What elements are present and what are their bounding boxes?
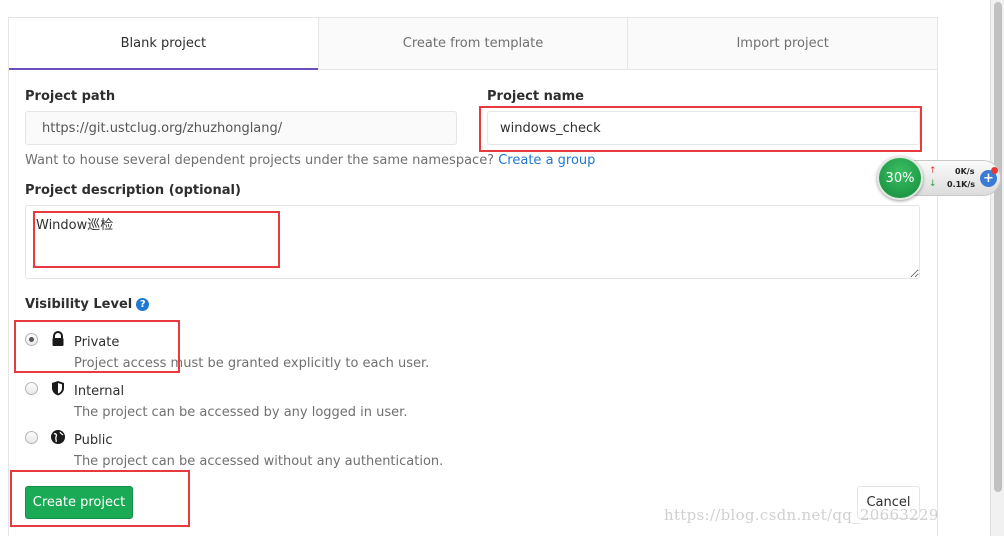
project-path-field[interactable]: https://git.ustclug.org/zhuzhonglang/	[25, 111, 457, 145]
annotation-box-description	[33, 211, 280, 268]
create-group-link[interactable]: Create a group	[498, 153, 595, 168]
upload-speed: 0K/s	[955, 167, 975, 176]
arrow-down-icon: ↓	[929, 179, 937, 189]
scrollbar-thumb[interactable]	[994, 2, 1002, 492]
project-path-label: Project path	[25, 89, 116, 104]
description-label: Project description (optional)	[25, 183, 241, 198]
download-speed: 0.1K/s	[947, 180, 976, 189]
globe-icon	[51, 430, 65, 444]
tab-create-from-template[interactable]: Create from template	[317, 18, 628, 70]
arrow-up-icon: ↑	[929, 166, 937, 176]
speed-percent-circle[interactable]: 30%	[877, 156, 923, 200]
visibility-internal-title[interactable]: Internal	[74, 384, 124, 399]
shield-icon	[52, 381, 64, 396]
visibility-heading: Visibility Level?	[25, 297, 150, 312]
radio-public[interactable]	[25, 431, 38, 444]
page-scrollbar[interactable]	[990, 0, 1004, 536]
tab-blank-project[interactable]: Blank project	[9, 18, 318, 70]
visibility-public-title[interactable]: Public	[74, 433, 112, 448]
radio-internal[interactable]	[25, 382, 38, 395]
annotation-box-project-name	[479, 106, 922, 152]
project-tabs: Blank project Create from template Impor…	[9, 18, 938, 70]
network-speed-widget[interactable]: 30% ↑ ↓ 0K/s 0.1K/s +	[877, 156, 1003, 200]
namespace-hint: Want to house several dependent projects…	[25, 153, 595, 168]
annotation-box-private	[14, 320, 180, 373]
project-name-label: Project name	[487, 89, 584, 104]
visibility-label: Visibility Level	[25, 297, 133, 312]
namespace-hint-text: Want to house several dependent projects…	[25, 153, 495, 168]
watermark: https://blog.csdn.net/qq_20663229	[664, 506, 939, 524]
visibility-internal-desc: The project can be accessed by any logge…	[74, 405, 408, 420]
visibility-public-desc: The project can be accessed without any …	[74, 454, 444, 469]
notification-dot-icon	[991, 167, 998, 174]
annotation-box-create	[10, 470, 190, 527]
tab-import-project[interactable]: Import project	[627, 18, 938, 70]
help-icon[interactable]: ?	[136, 298, 150, 311]
